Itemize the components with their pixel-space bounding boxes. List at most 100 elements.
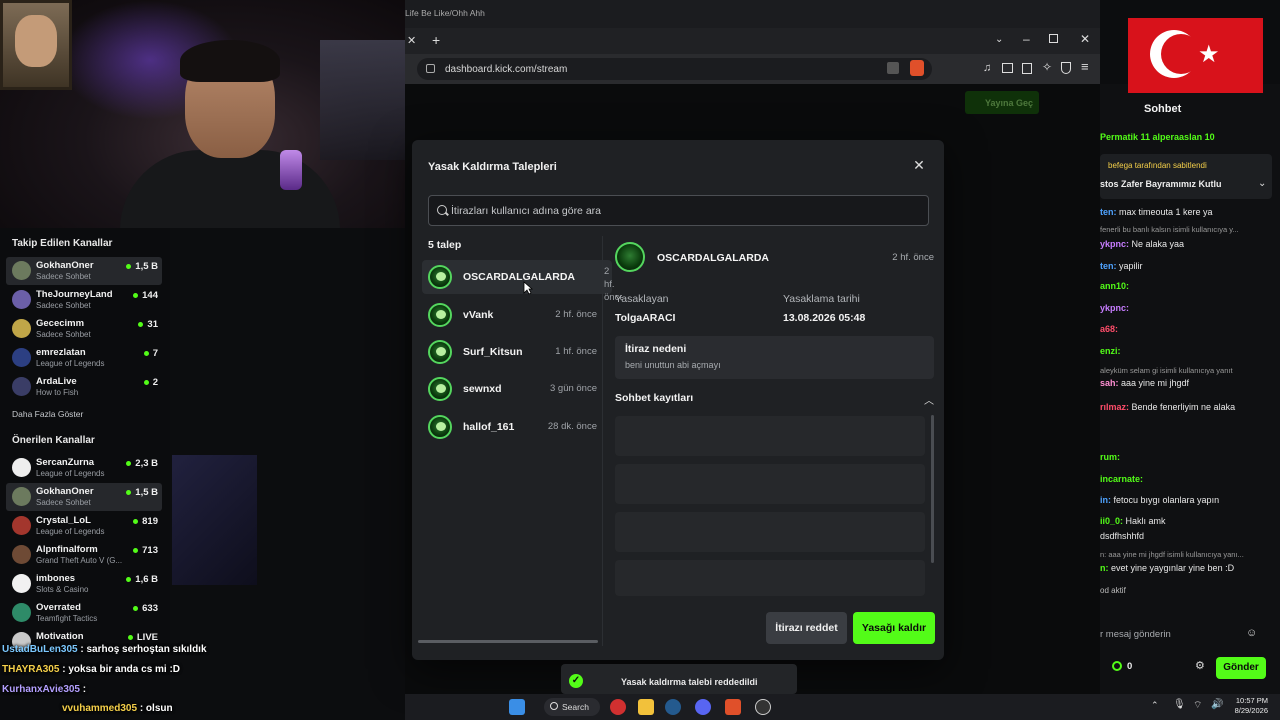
address-bar: dashboard.kick.com/stream ♫ ✧ ≡ xyxy=(405,54,1100,84)
background-tab-title: Life Be Like/Ohh Ahh xyxy=(405,8,485,18)
tray-chevron-icon[interactable]: ⌃ xyxy=(1151,700,1159,711)
url-text: dashboard.kick.com/stream xyxy=(445,64,568,75)
followed-channel[interactable]: emrezlatan League of Legends 7 xyxy=(6,344,162,372)
vertical-scrollbar[interactable] xyxy=(931,415,934,563)
avatar xyxy=(12,516,31,535)
avatar xyxy=(428,303,452,327)
detail-username: OSCARDALGALARDA xyxy=(657,252,769,264)
obs-icon[interactable] xyxy=(755,699,771,715)
ban-date-label: Yasaklama tarihi xyxy=(783,293,860,305)
close-icon[interactable]: ✕ xyxy=(912,158,926,172)
chevron-down-icon[interactable]: ⌄ xyxy=(995,34,1003,45)
file-explorer-icon[interactable] xyxy=(638,699,654,715)
unban-button[interactable]: Yasağı kaldır xyxy=(853,612,935,644)
recommended-channel[interactable]: imbones Slots & Casino 1,6 B xyxy=(6,570,162,598)
followed-channel[interactable]: GokhanOner Sadece Sohbet 1,5 B xyxy=(6,257,162,285)
channel-category: Grand Theft Auto V (G... xyxy=(36,556,123,565)
start-icon[interactable] xyxy=(509,699,525,715)
request-item[interactable]: sewnxd 3 gün önce xyxy=(422,372,597,406)
viewer-count: 7 xyxy=(144,348,158,359)
horizontal-scrollbar[interactable] xyxy=(418,640,598,643)
site-info-icon[interactable] xyxy=(426,64,435,73)
channel-category: Sadece Sohbet xyxy=(36,498,91,507)
recommended-channel[interactable]: SercanZurna League of Legends 2,3 B xyxy=(6,454,162,482)
settings-gear-icon[interactable]: ⚙ xyxy=(1195,659,1205,672)
request-item[interactable]: vVank 2 hf. önce xyxy=(422,298,597,332)
channel-category: Sadece Sohbet xyxy=(36,272,91,281)
avatar xyxy=(12,348,31,367)
vpn-icon[interactable] xyxy=(1061,62,1071,74)
request-username: Surf_Kitsun xyxy=(463,346,523,358)
chat-message: incarnate: xyxy=(1100,474,1144,484)
recommended-channel[interactable]: Alpnfinalform Grand Theft Auto V (G... 7… xyxy=(6,541,162,569)
avatar xyxy=(12,603,31,622)
steam-icon[interactable] xyxy=(665,699,681,715)
leo-icon[interactable]: ✧ xyxy=(1042,60,1052,74)
request-item[interactable]: OSCARDALGALARDA 2 hf. önce xyxy=(422,260,622,303)
recommended-channel[interactable]: GokhanOner Sadece Sohbet 1,5 B xyxy=(6,483,162,511)
chat-message: a68: xyxy=(1100,324,1119,334)
brave-shield-icon[interactable] xyxy=(910,60,924,76)
points-icon[interactable] xyxy=(1112,661,1122,671)
url-field[interactable]: dashboard.kick.com/stream xyxy=(417,58,932,80)
emoji-icon[interactable]: ☺ xyxy=(1246,627,1257,639)
chat-message: in: fetocu bıygı olanlara yapın xyxy=(1100,495,1220,505)
maximize-icon[interactable] xyxy=(1049,34,1058,43)
viewer-count: 1,5 B xyxy=(126,261,158,272)
recommended-channel[interactable]: Overrated Teamfight Tactics 633 xyxy=(6,599,162,627)
avatar xyxy=(12,545,31,564)
browser-tabbar: ✕ + ⌄ – ✕ xyxy=(405,28,1100,54)
volume-icon[interactable]: 🔊 xyxy=(1211,699,1223,710)
search-field[interactable] xyxy=(428,195,929,226)
chat-input[interactable] xyxy=(1100,624,1250,645)
channel-category: Sadece Sohbet xyxy=(36,301,91,310)
search-input[interactable] xyxy=(451,202,911,220)
request-username: sewnxd xyxy=(463,383,502,395)
close-tab-icon[interactable]: ✕ xyxy=(407,34,416,47)
request-username: OSCARDALGALARDA xyxy=(463,271,575,283)
chevron-down-icon[interactable]: ⌄ xyxy=(1258,178,1266,189)
menu-icon[interactable]: ≡ xyxy=(1081,59,1089,74)
followed-channel[interactable]: Gececimm Sadece Sohbet 31 xyxy=(6,315,162,343)
pinned-text: stos Zafer Bayramımız Kutlu xyxy=(1100,179,1222,189)
followed-channel[interactable]: TheJourneyLand Sadece Sohbet 144 xyxy=(6,286,162,314)
request-item[interactable]: Surf_Kitsun 1 hf. önce xyxy=(422,335,597,369)
music-icon[interactable]: ♫ xyxy=(983,62,991,74)
avatar xyxy=(428,265,452,289)
minimize-icon[interactable]: – xyxy=(1023,32,1030,46)
recommended-channels-heading: Önerilen Kanallar xyxy=(12,435,95,446)
reject-appeal-button[interactable]: İtirazı reddet xyxy=(766,612,847,644)
chat-input-field[interactable]: ☺ xyxy=(1100,624,1272,646)
microphone-icon[interactable]: 🎙 xyxy=(1173,699,1186,710)
clock[interactable]: 10:57 PM 8/29/2026 xyxy=(1235,696,1268,716)
sidebar-icon[interactable] xyxy=(1002,63,1013,73)
wallet-icon[interactable] xyxy=(1022,63,1032,74)
app-icon[interactable] xyxy=(610,699,626,715)
pinned-message[interactable]: befega tarafından sabitlendi stos Zafer … xyxy=(1100,154,1272,199)
viewer-count: 31 xyxy=(138,319,158,330)
close-window-icon[interactable]: ✕ xyxy=(1080,32,1090,46)
banned-by-value: TolgaARACI xyxy=(615,312,676,324)
followed-channel[interactable]: ArdaLive How to Fish 2 xyxy=(6,373,162,401)
chat-message: n: evet yine yaygınlar yine ben :D xyxy=(1100,563,1235,573)
translate-icon[interactable] xyxy=(887,62,899,74)
chat-title: Sohbet xyxy=(1144,103,1182,115)
recommended-channel[interactable]: Crystal_LoL League of Legends 819 xyxy=(6,512,162,540)
chat-message: rum: xyxy=(1100,452,1120,462)
chat-log-item xyxy=(615,512,925,552)
send-button[interactable]: Gönder xyxy=(1216,657,1266,679)
discord-icon[interactable] xyxy=(695,699,711,715)
chat-reply-context: aleyküm selam gi isimli kullanıcıya yanı… xyxy=(1100,366,1233,375)
avatar xyxy=(12,290,31,309)
request-item[interactable]: hallof_161 28 dk. önce xyxy=(422,410,597,444)
taskbar-search[interactable]: Search xyxy=(544,698,600,716)
channel-name: GokhanOner xyxy=(36,486,94,497)
request-username: vVank xyxy=(463,309,494,321)
chat-message: ii0_0: Haklı amk xyxy=(1100,516,1166,526)
brave-icon[interactable] xyxy=(725,699,741,715)
chevron-up-icon[interactable]: ︿ xyxy=(924,392,936,407)
new-tab-icon[interactable]: + xyxy=(432,32,440,48)
show-more-link[interactable]: Daha Fazla Göster xyxy=(12,409,83,419)
viewer-count: 2,3 B xyxy=(126,458,158,469)
wifi-icon[interactable]: ⌔ xyxy=(1193,699,1202,712)
